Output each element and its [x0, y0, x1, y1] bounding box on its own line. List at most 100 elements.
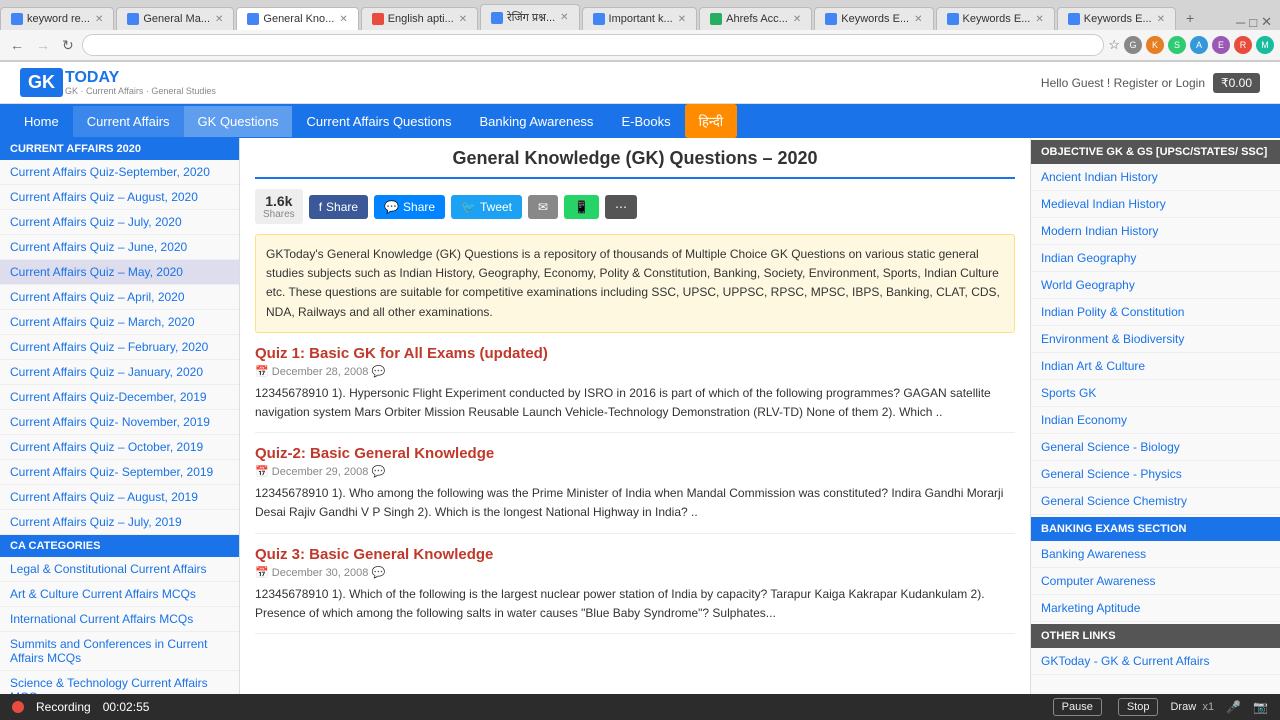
rs-general-science-biology[interactable]: General Science - Biology [1031, 434, 1280, 461]
cart-button[interactable]: ₹0.00 [1213, 73, 1260, 93]
sidebar-link-jun2020[interactable]: Current Affairs Quiz – June, 2020 [0, 235, 239, 260]
tab-close-icon[interactable]: ✕ [793, 14, 801, 25]
nav-current-affairs[interactable]: Current Affairs [73, 106, 184, 137]
nav-ebooks[interactable]: E-Books [607, 106, 684, 137]
address-input[interactable]: gktoday.in/category/gk-questions/ [82, 34, 1105, 56]
stop-button[interactable]: Stop [1118, 698, 1159, 716]
tab-english[interactable]: English apti... ✕ [361, 7, 478, 30]
shares-label: Shares [263, 209, 295, 220]
tab-label: Keywords E... [1084, 13, 1152, 25]
mic-icon[interactable]: 🎤 [1226, 700, 1241, 714]
extension-icon-4[interactable]: A [1190, 36, 1208, 54]
new-tab-button[interactable]: + [1178, 6, 1202, 30]
rs-indian-economy[interactable]: Indian Economy [1031, 407, 1280, 434]
quiz-3-title[interactable]: Quiz 3: Basic General Knowledge [255, 546, 1015, 563]
tab-close-icon[interactable]: ✕ [560, 12, 568, 23]
nav-gk-questions[interactable]: GK Questions [184, 106, 293, 137]
rs-sports-gk[interactable]: Sports GK [1031, 380, 1280, 407]
extension-icon-7[interactable]: M [1256, 36, 1274, 54]
sidebar-link-dec2019[interactable]: Current Affairs Quiz-December, 2019 [0, 385, 239, 410]
sidebar-link-mar2020[interactable]: Current Affairs Quiz – March, 2020 [0, 310, 239, 335]
sidebar-link-aug2019[interactable]: Current Affairs Quiz – August, 2019 [0, 485, 239, 510]
tab-close-icon[interactable]: ✕ [1035, 14, 1043, 25]
nav-banking[interactable]: Banking Awareness [465, 106, 607, 137]
tab-rajing[interactable]: रेजिंग प्रश्न... ✕ [480, 4, 579, 30]
sidebar-link-jul2019[interactable]: Current Affairs Quiz – July, 2019 [0, 510, 239, 535]
rs-indian-geography[interactable]: Indian Geography [1031, 245, 1280, 272]
sidebar-link-summits[interactable]: Summits and Conferences in Current Affai… [0, 632, 239, 671]
rs-general-science-physics[interactable]: General Science - Physics [1031, 461, 1280, 488]
rs-computer-awareness[interactable]: Computer Awareness [1031, 568, 1280, 595]
sidebar-link-legal[interactable]: Legal & Constitutional Current Affairs [0, 557, 239, 582]
facebook-share-button[interactable]: f Share [309, 195, 368, 219]
quiz-2-title[interactable]: Quiz-2: Basic General Knowledge [255, 445, 1015, 462]
tab-close-icon[interactable]: ✕ [339, 14, 347, 25]
sidebar-link-sep2020[interactable]: Current Affairs Quiz-September, 2020 [0, 160, 239, 185]
tab-close-icon[interactable]: ✕ [914, 14, 922, 25]
refresh-button[interactable]: ↻ [58, 35, 78, 56]
rs-marketing-aptitude[interactable]: Marketing Aptitude [1031, 595, 1280, 622]
rs-environment[interactable]: Environment & Biodiversity [1031, 326, 1280, 353]
forward-button[interactable]: → [32, 35, 54, 55]
nav-hindi[interactable]: हिन्दी [685, 104, 738, 138]
calendar-icon-2: 📅 [255, 466, 269, 478]
messenger-share-button[interactable]: 💬 Share [374, 195, 445, 219]
tab-general-ma[interactable]: General Ma... ✕ [116, 7, 234, 30]
rs-art-culture[interactable]: Indian Art & Culture [1031, 353, 1280, 380]
quiz-1-title[interactable]: Quiz 1: Basic GK for All Exams (updated) [255, 345, 1015, 362]
rs-gktoday-link[interactable]: GKToday - GK & Current Affairs [1031, 648, 1280, 675]
extension-icon-5[interactable]: E [1212, 36, 1230, 54]
tab-keyword[interactable]: keyword re... ✕ [0, 7, 114, 30]
extension-icon-6[interactable]: R [1234, 36, 1252, 54]
sidebar-link-aug2020[interactable]: Current Affairs Quiz – August, 2020 [0, 185, 239, 210]
rs-modern-indian-history[interactable]: Modern Indian History [1031, 218, 1280, 245]
tab-close-icon[interactable]: ✕ [95, 14, 103, 25]
tab-close-icon[interactable]: ✕ [459, 14, 467, 25]
recording-label: Recording [36, 700, 91, 714]
maximize-button[interactable]: □ [1249, 15, 1257, 30]
draw-button[interactable]: Draw [1170, 701, 1190, 713]
minimize-button[interactable]: ─ [1236, 15, 1245, 30]
whatsapp-share-button[interactable]: 📱 [564, 195, 599, 219]
bookmark-icon[interactable]: ☆ [1108, 37, 1120, 53]
sidebar-link-jul2020[interactable]: Current Affairs Quiz – July, 2020 [0, 210, 239, 235]
sidebar-link-feb2020[interactable]: Current Affairs Quiz – February, 2020 [0, 335, 239, 360]
tab-keywords3[interactable]: Keywords E... ✕ [1057, 7, 1176, 30]
tab-close-icon[interactable]: ✕ [678, 14, 686, 25]
tab-keywords1[interactable]: Keywords E... ✕ [814, 7, 933, 30]
extension-icon-2[interactable]: K [1146, 36, 1164, 54]
tab-general-kno[interactable]: General Kno... ✕ [236, 7, 358, 30]
tab-keywords2[interactable]: Keywords E... ✕ [936, 7, 1055, 30]
tab-close-icon[interactable]: ✕ [1157, 14, 1165, 25]
back-button[interactable]: ← [6, 35, 28, 55]
rs-ancient-indian-history[interactable]: Ancient Indian History [1031, 164, 1280, 191]
sidebar-link-international[interactable]: International Current Affairs MCQs [0, 607, 239, 632]
nav-home[interactable]: Home [10, 106, 73, 137]
sidebar-link-artculture[interactable]: Art & Culture Current Affairs MCQs [0, 582, 239, 607]
rs-indian-polity[interactable]: Indian Polity & Constitution [1031, 299, 1280, 326]
tab-close-icon[interactable]: ✕ [215, 14, 223, 25]
pause-button[interactable]: Pause [1053, 698, 1102, 716]
close-browser-button[interactable]: ✕ [1261, 14, 1272, 30]
rs-world-geography[interactable]: World Geography [1031, 272, 1280, 299]
sidebar-link-sep2019[interactable]: Current Affairs Quiz- September, 2019 [0, 460, 239, 485]
rs-banking-awareness[interactable]: Banking Awareness [1031, 541, 1280, 568]
rs-general-science-chemistry[interactable]: General Science Chemistry [1031, 488, 1280, 515]
twitter-share-button[interactable]: 🐦 Tweet [451, 195, 522, 219]
sidebar-link-nov2019[interactable]: Current Affairs Quiz- November, 2019 [0, 410, 239, 435]
sidebar-link-jan2020[interactable]: Current Affairs Quiz – January, 2020 [0, 360, 239, 385]
nav-ca-questions[interactable]: Current Affairs Questions [292, 106, 465, 137]
email-share-button[interactable]: ✉ [528, 195, 558, 219]
extension-icon-1[interactable]: G [1124, 36, 1142, 54]
tab-important[interactable]: Important k... ✕ [582, 7, 698, 30]
tab-ahrefs[interactable]: Ahrefs Acc... ✕ [699, 7, 812, 30]
sidebar-link-oct2019[interactable]: Current Affairs Quiz – October, 2019 [0, 435, 239, 460]
rs-medieval-indian-history[interactable]: Medieval Indian History [1031, 191, 1280, 218]
tab-label: रेजिंग प्रश्न... [507, 10, 555, 25]
sidebar-link-may2020[interactable]: Current Affairs Quiz – May, 2020 [0, 260, 239, 285]
cam-icon[interactable]: 📷 [1253, 700, 1268, 714]
sidebar-link-apr2020[interactable]: Current Affairs Quiz – April, 2020 [0, 285, 239, 310]
site-logo[interactable]: GK TODAY GK · Current Affairs · General … [20, 68, 216, 97]
extension-icon-3[interactable]: S [1168, 36, 1186, 54]
more-share-button[interactable]: ⋯ [605, 195, 637, 219]
